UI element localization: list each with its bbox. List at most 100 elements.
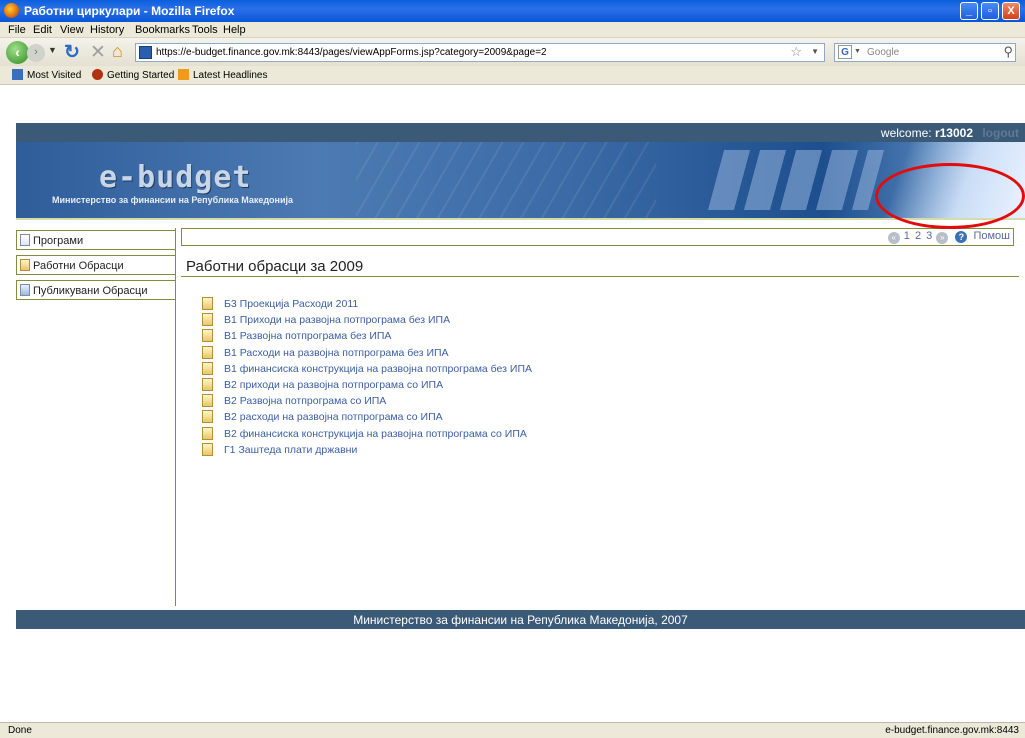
url-text[interactable]: https://e-budget.finance.gov.mk:8443/pag… — [156, 47, 547, 58]
menu-bookmarks[interactable]: Bookmarks — [135, 24, 190, 36]
form-icon — [202, 410, 213, 424]
form-link[interactable]: В2 финансиска конструкција на развојна п… — [224, 428, 527, 440]
title-underline — [181, 276, 1019, 277]
url-dropdown-icon[interactable]: ▼ — [811, 47, 819, 56]
pager: « 1 2 3 » ? Помош — [887, 230, 1010, 244]
bookmark-star-icon[interactable]: ☆ — [790, 44, 802, 60]
header-band: welcome: r13002 logout — [16, 123, 1025, 142]
banner-decoration — [356, 142, 656, 218]
bookmark-label: Most Visited — [27, 70, 82, 81]
menu-help[interactable]: Help — [223, 24, 246, 36]
search-input[interactable]: Google — [867, 47, 899, 58]
bookmark-latest-headlines[interactable]: Latest Headlines — [178, 69, 268, 81]
url-bar[interactable]: https://e-budget.finance.gov.mk:8443/pag… — [135, 43, 825, 62]
sidebar-item-programs[interactable]: Програми — [16, 230, 176, 250]
stop-icon[interactable]: ✕ — [90, 41, 106, 64]
sidebar-item-label: Работни Обрасци — [33, 260, 124, 272]
form-link[interactable]: В1 Развојна потпрограма без ИПА — [224, 330, 391, 342]
username: r13002 — [934, 126, 973, 140]
previous-page-icon[interactable]: « — [887, 232, 900, 244]
sidebar-item-working-forms[interactable]: Работни Обрасци — [16, 255, 176, 275]
form-link[interactable]: В1 Расходи на развојна потпрограма без И… — [224, 347, 449, 359]
bookmarks-toolbar: Most Visited Getting Started Latest Head… — [0, 66, 1025, 85]
menu-view[interactable]: View — [60, 24, 84, 36]
sidebar-item-label: Публикувани Обрасци — [33, 285, 148, 297]
welcome-prefix: welcome: — [880, 126, 935, 140]
form-icon — [202, 394, 213, 408]
welcome-text: welcome: r13002 — [881, 126, 973, 140]
page-link-3[interactable]: 3 — [926, 230, 932, 242]
annotation-circle — [875, 163, 1025, 229]
form-link[interactable]: В1 Приходи на развојна потпрограма без И… — [224, 314, 450, 326]
footer-text: Министерство за финансии на Република Ма… — [353, 613, 688, 627]
form-link[interactable]: В2 приходи на развојна потпрограма со ИП… — [224, 379, 443, 391]
form-icon — [202, 377, 213, 391]
page-link-2[interactable]: 2 — [915, 230, 921, 242]
bookmark-label: Getting Started — [107, 70, 175, 81]
form-icon — [202, 297, 213, 310]
minimize-button[interactable]: _ — [960, 2, 978, 20]
close-button[interactable]: X — [1002, 2, 1020, 20]
history-dropdown-icon[interactable]: ▼ — [48, 45, 57, 55]
page-link-1[interactable]: 1 — [904, 230, 910, 242]
maximize-button[interactable]: ▫ — [981, 2, 999, 20]
form-icon — [202, 345, 213, 359]
search-bar[interactable]: G ▼ Google ⚲ — [834, 43, 1016, 62]
page-toolbar: « 1 2 3 » ? Помош — [181, 228, 1014, 246]
home-icon[interactable]: ⌂ — [112, 41, 123, 62]
bookmark-most-visited[interactable]: Most Visited — [12, 69, 81, 81]
form-link[interactable]: В2 расходи на развојна потпрограма со ИП… — [224, 411, 443, 423]
published-forms-icon — [20, 284, 30, 296]
document-icon — [20, 234, 30, 246]
form-link[interactable]: В2 Развојна потпрограма со ИПА — [224, 395, 386, 407]
page-title: Работни обрасци за 2009 — [186, 258, 364, 275]
form-link[interactable]: В1 финансиска конструкција на развојна п… — [224, 363, 532, 375]
site-favicon-icon — [139, 46, 152, 59]
search-icon[interactable]: ⚲ — [1003, 44, 1013, 60]
form-icon — [202, 313, 213, 327]
help-icon[interactable]: ? — [955, 231, 968, 243]
help-link[interactable]: Помош — [973, 230, 1010, 242]
sidebar-item-label: Програми — [33, 235, 84, 247]
ministry-subtitle: Министерство за финансии на Република Ма… — [52, 195, 294, 205]
logout-link[interactable]: logout — [982, 126, 1019, 140]
sidebar: Програми Работни Обрасци Публикувани Обр… — [16, 230, 176, 305]
form-icon — [202, 426, 213, 440]
sidebar-divider — [175, 228, 176, 606]
getting-started-icon — [92, 69, 103, 80]
status-text: Done — [8, 725, 32, 736]
menu-tools[interactable]: Tools — [192, 24, 218, 36]
form-link[interactable]: Б3 Проекција Расходи 2011 — [224, 298, 358, 310]
back-icon[interactable]: ‹ — [6, 41, 29, 64]
next-page-icon[interactable]: » — [936, 232, 949, 244]
engine-dropdown-icon[interactable]: ▼ — [854, 48, 861, 55]
rss-icon — [178, 69, 189, 80]
banner-graphic — [707, 150, 885, 210]
banner-divider — [16, 218, 1025, 220]
site-footer: Министерство за финансии на Република Ма… — [16, 610, 1025, 629]
window-title-bar: Работни циркулари - Mozilla Firefox _ ▫ … — [0, 0, 1025, 22]
status-bar: Done e-budget.finance.gov.mk:8443 — [0, 722, 1025, 738]
form-icon — [202, 442, 213, 456]
navigation-toolbar: ‹ › ▼ ↻ ✕ ⌂ https://e-budget.finance.gov… — [0, 38, 1025, 66]
menu-edit[interactable]: Edit — [33, 24, 52, 36]
most-visited-icon — [12, 69, 23, 80]
menu-bar: File Edit View History Bookmarks Tools H… — [0, 22, 1025, 38]
page-content: welcome: r13002 logout e-budget Министер… — [0, 85, 1025, 697]
window-title: Работни циркулари - Mozilla Firefox — [24, 4, 235, 18]
bookmark-label: Latest Headlines — [193, 70, 268, 81]
form-icon — [202, 329, 213, 343]
site-banner: e-budget Министерство за финансии на Реп… — [16, 142, 1025, 218]
status-host: e-budget.finance.gov.mk:8443 — [885, 725, 1019, 736]
google-engine-icon[interactable]: G — [838, 45, 852, 59]
form-link[interactable]: Г1 Заштеда плати државни — [224, 444, 357, 456]
e-budget-logo: e-budget — [99, 160, 252, 195]
sidebar-item-published-forms[interactable]: Публикувани Обрасци — [16, 280, 176, 300]
firefox-icon — [4, 3, 19, 18]
form-icon — [20, 259, 30, 271]
menu-history[interactable]: History — [90, 24, 124, 36]
forward-icon[interactable]: › — [27, 44, 45, 62]
menu-file[interactable]: File — [8, 24, 26, 36]
bookmark-getting-started[interactable]: Getting Started — [92, 69, 174, 81]
reload-icon[interactable]: ↻ — [64, 41, 80, 64]
